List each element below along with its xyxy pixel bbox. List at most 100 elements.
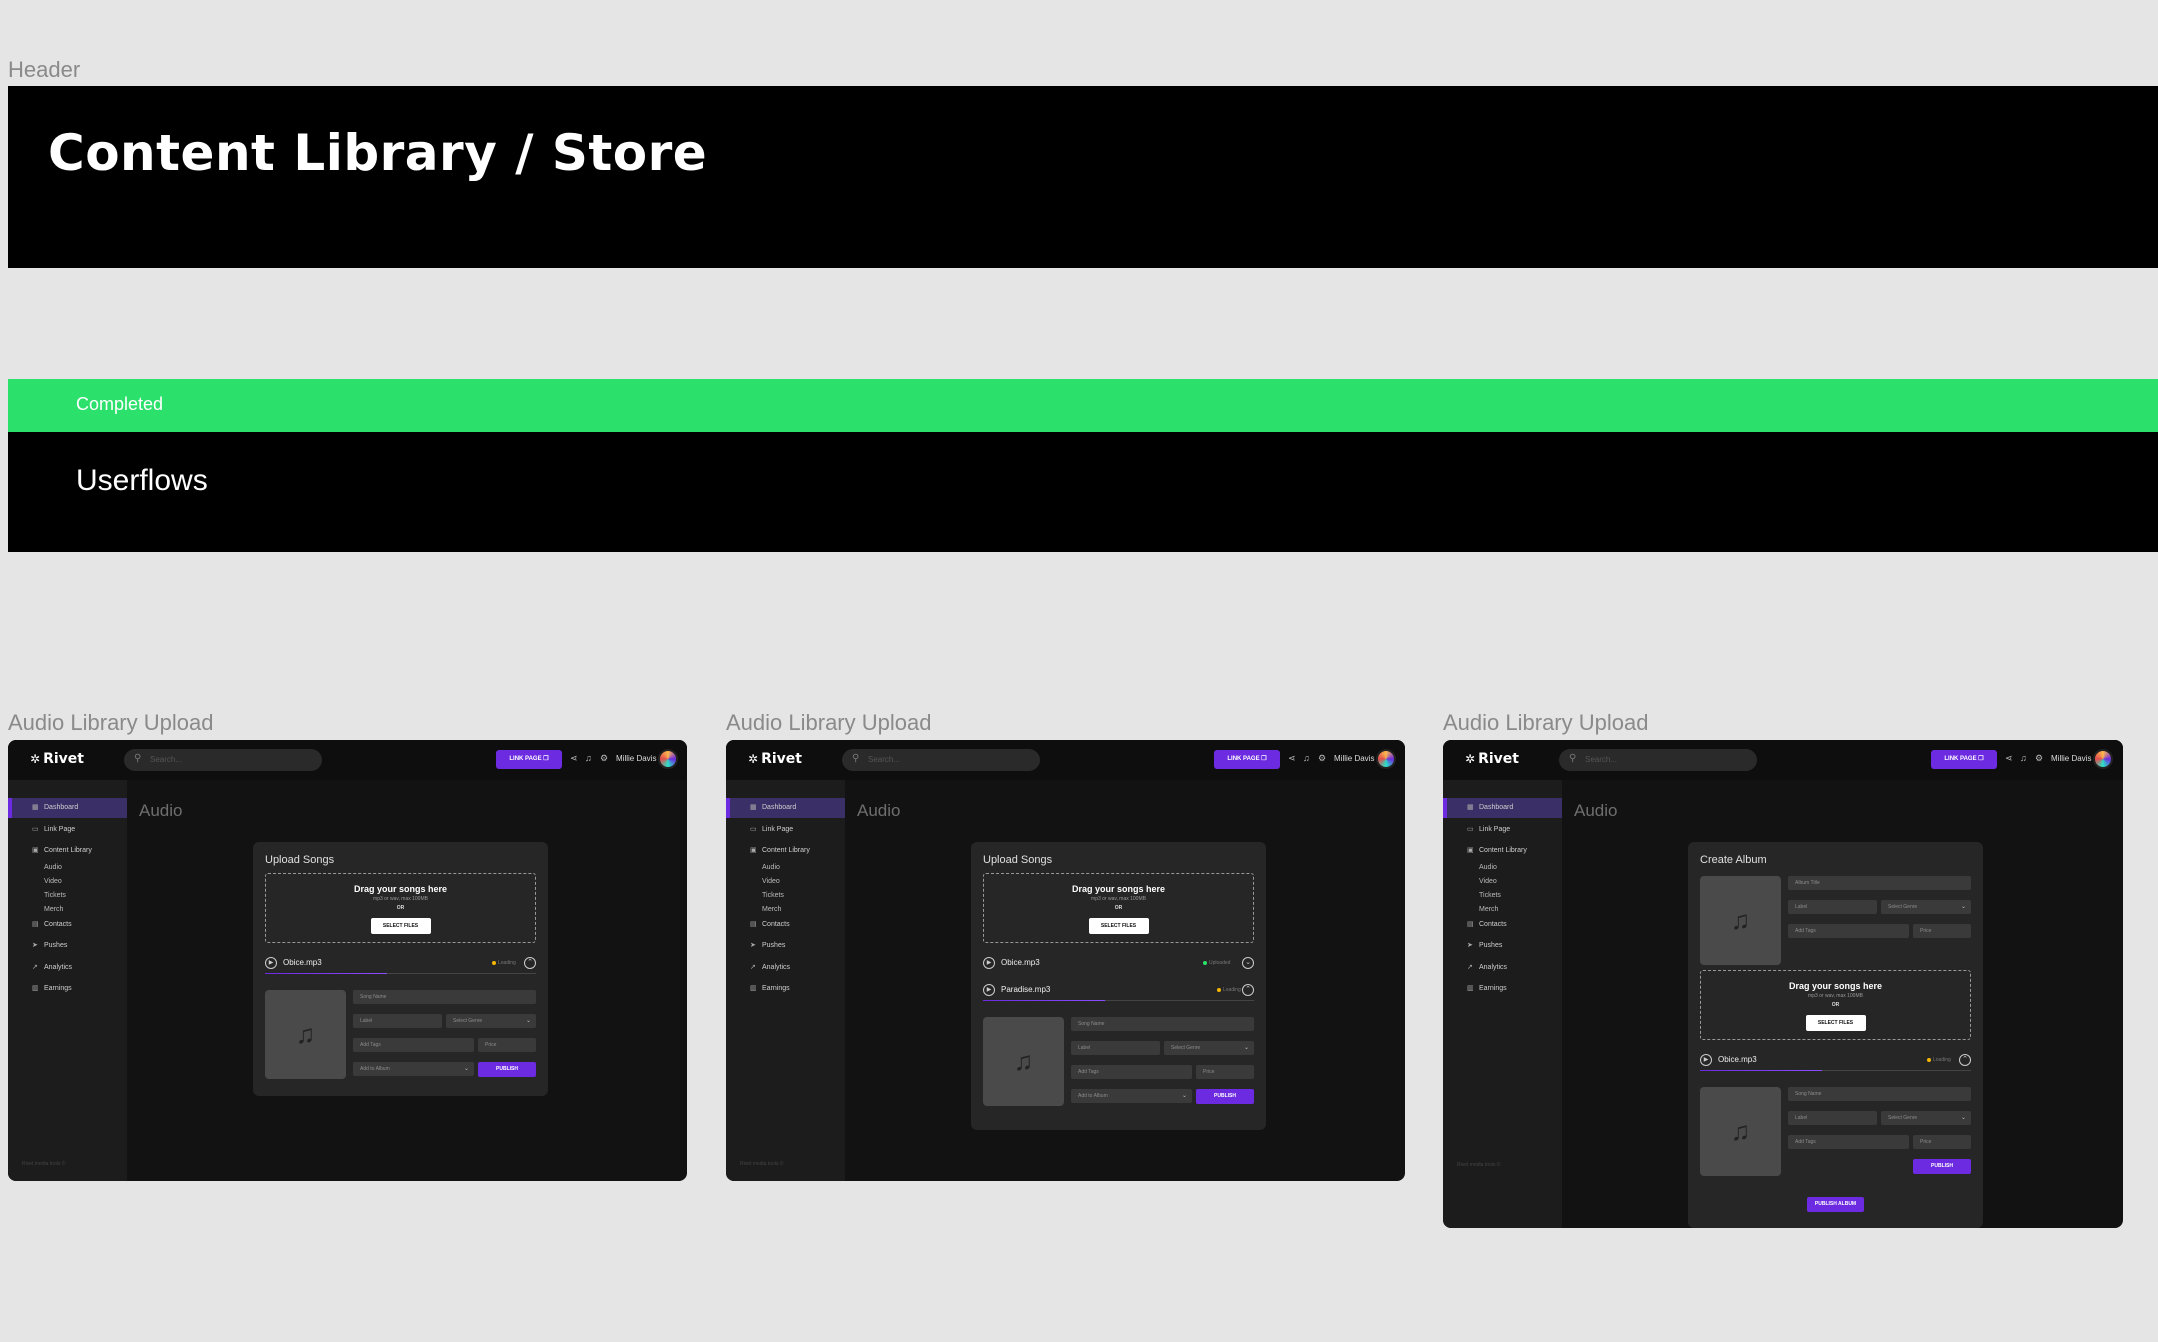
sidebar-item-pushes[interactable]: ➤ Pushes [1443,936,1562,956]
album-art-placeholder[interactable]: ♫ [265,990,346,1079]
sidebar-item-contacts[interactable]: ▤ Contacts [8,915,127,935]
album-title-field[interactable]: Album Title [1788,876,1971,890]
play-icon[interactable]: ▶ [983,984,995,996]
dropzone[interactable]: Drag your songs here mp3 or wav, max 100… [265,873,536,943]
link-page-button[interactable]: LINK PAGE ❐ [1931,750,1997,769]
tags-field[interactable]: Add Tags [353,1038,474,1052]
tags-field[interactable]: Add Tags [1071,1065,1192,1079]
link-page-button[interactable]: LINK PAGE ❐ [1214,750,1280,769]
publish-button[interactable]: PUBLISH [1913,1159,1971,1174]
sidebar-item-dashboard[interactable]: ▦ Dashboard [8,798,127,818]
sidebar-item-content-library[interactable]: ▣ Content Library [1443,841,1562,861]
share-icon[interactable]: ⋖ [1288,753,1296,764]
album-genre-select[interactable]: Select Genre ⌄ [1881,900,1971,914]
sidebar-item-dashboard[interactable]: ▦ Dashboard [1443,798,1562,818]
sidebar-item-link-page[interactable]: ▭ Link Page [1443,820,1562,840]
song-name-field[interactable]: Song Name [1788,1087,1971,1101]
sidebar-item-analytics[interactable]: ↗ Analytics [726,958,845,978]
gear-icon[interactable]: ⚙ [1318,753,1326,764]
price-field[interactable]: Price [478,1038,536,1052]
sidebar-subitem-merch[interactable]: Merch [44,906,63,913]
share-icon[interactable]: ⋖ [2005,753,2013,764]
avatar[interactable] [658,749,678,769]
label-field[interactable]: Label [1071,1041,1160,1055]
sidebar-subitem-audio[interactable]: Audio [1479,864,1497,871]
search-input[interactable]: ⚲ Search... [1559,749,1757,771]
bell-icon[interactable]: ♫ [2020,753,2027,763]
sidebar-subitem-tickets[interactable]: Tickets [44,892,66,899]
sidebar-item-content-library[interactable]: ▣ Content Library [8,841,127,861]
select-files-button[interactable]: SELECT FILES [370,918,431,934]
genre-select[interactable]: Select Genre ⌄ [446,1014,536,1028]
play-icon[interactable]: ▶ [1700,1054,1712,1066]
genre-select[interactable]: Select Genre ⌄ [1164,1041,1254,1055]
collapse-icon[interactable]: ⌄ [1242,957,1254,969]
publish-button[interactable]: PUBLISH [1196,1089,1254,1104]
search-input[interactable]: ⚲ Search... [842,749,1040,771]
song-name-field[interactable]: Song Name [1071,1017,1254,1031]
sidebar-subitem-merch[interactable]: Merch [1479,906,1498,913]
avatar[interactable] [1376,749,1396,769]
sidebar-item-dashboard[interactable]: ▦ Dashboard [726,798,845,818]
avatar[interactable] [2093,749,2113,769]
sidebar-subitem-audio[interactable]: Audio [44,864,62,871]
user-name[interactable]: Millie Davis [1334,754,1374,763]
album-price-field[interactable]: Price [1913,924,1971,938]
publish-button[interactable]: PUBLISH [478,1062,536,1077]
collapse-icon[interactable]: ⌃ [1242,984,1254,996]
user-name[interactable]: Millie Davis [2051,754,2091,763]
label-field[interactable]: Label [1788,1111,1877,1125]
search-input[interactable]: ⚲ Search... [124,749,322,771]
select-files-button[interactable]: SELECT FILES [1088,918,1149,934]
sidebar-item-earnings[interactable]: ▥ Earnings [8,979,127,999]
sidebar-item-pushes[interactable]: ➤ Pushes [726,936,845,956]
share-icon[interactable]: ⋖ [570,753,578,764]
collapse-icon[interactable]: ⌃ [524,957,536,969]
sidebar-item-link-page[interactable]: ▭ Link Page [726,820,845,840]
bell-icon[interactable]: ♫ [1303,753,1310,763]
album-tags-field[interactable]: Add Tags [1788,924,1909,938]
user-name[interactable]: Millie Davis [616,754,656,763]
brand-logo[interactable]: ✲ Rivet [30,751,84,767]
sidebar-subitem-video[interactable]: Video [1479,878,1497,885]
album-art-placeholder[interactable]: ♫ [983,1017,1064,1106]
tags-field[interactable]: Add Tags [1788,1135,1909,1149]
album-select[interactable]: Add to Album ⌄ [353,1062,474,1076]
price-field[interactable]: Price [1196,1065,1254,1079]
publish-album-button[interactable]: PUBLISH ALBUM [1807,1197,1864,1212]
genre-select[interactable]: Select Genre ⌄ [1881,1111,1971,1125]
sidebar-subitem-video[interactable]: Video [762,878,780,885]
gear-icon[interactable]: ⚙ [600,753,608,764]
brand-logo[interactable]: ✲ Rivet [1465,751,1519,767]
gear-icon[interactable]: ⚙ [2035,753,2043,764]
price-field[interactable]: Price [1913,1135,1971,1149]
sidebar-subitem-audio[interactable]: Audio [762,864,780,871]
sidebar-subitem-merch[interactable]: Merch [762,906,781,913]
play-icon[interactable]: ▶ [265,957,277,969]
album-cover-placeholder[interactable]: ♫ [1700,876,1781,965]
link-page-button[interactable]: LINK PAGE ❐ [496,750,562,769]
album-label-field[interactable]: Label [1788,900,1877,914]
song-name-field[interactable]: Song Name [353,990,536,1004]
dropzone[interactable]: Drag your songs here mp3 or wav, max 100… [1700,970,1971,1040]
sidebar-item-pushes[interactable]: ➤ Pushes [8,936,127,956]
dropzone[interactable]: Drag your songs here mp3 or wav, max 100… [983,873,1254,943]
sidebar-item-analytics[interactable]: ↗ Analytics [1443,958,1562,978]
sidebar-item-contacts[interactable]: ▤ Contacts [726,915,845,935]
sidebar-item-earnings[interactable]: ▥ Earnings [1443,979,1562,999]
sidebar-item-earnings[interactable]: ▥ Earnings [726,979,845,999]
album-select[interactable]: Add to Album ⌄ [1071,1089,1192,1103]
play-icon[interactable]: ▶ [983,957,995,969]
sidebar-item-contacts[interactable]: ▤ Contacts [1443,915,1562,935]
bell-icon[interactable]: ♫ [585,753,592,763]
sidebar-subitem-video[interactable]: Video [44,878,62,885]
select-files-button[interactable]: SELECT FILES [1805,1015,1866,1031]
collapse-icon[interactable]: ⌃ [1959,1054,1971,1066]
sidebar-subitem-tickets[interactable]: Tickets [1479,892,1501,899]
sidebar-item-analytics[interactable]: ↗ Analytics [8,958,127,978]
sidebar-item-content-library[interactable]: ▣ Content Library [726,841,845,861]
label-field[interactable]: Label [353,1014,442,1028]
song-art-placeholder[interactable]: ♫ [1700,1087,1781,1176]
brand-logo[interactable]: ✲ Rivet [748,751,802,767]
sidebar-item-link-page[interactable]: ▭ Link Page [8,820,127,840]
